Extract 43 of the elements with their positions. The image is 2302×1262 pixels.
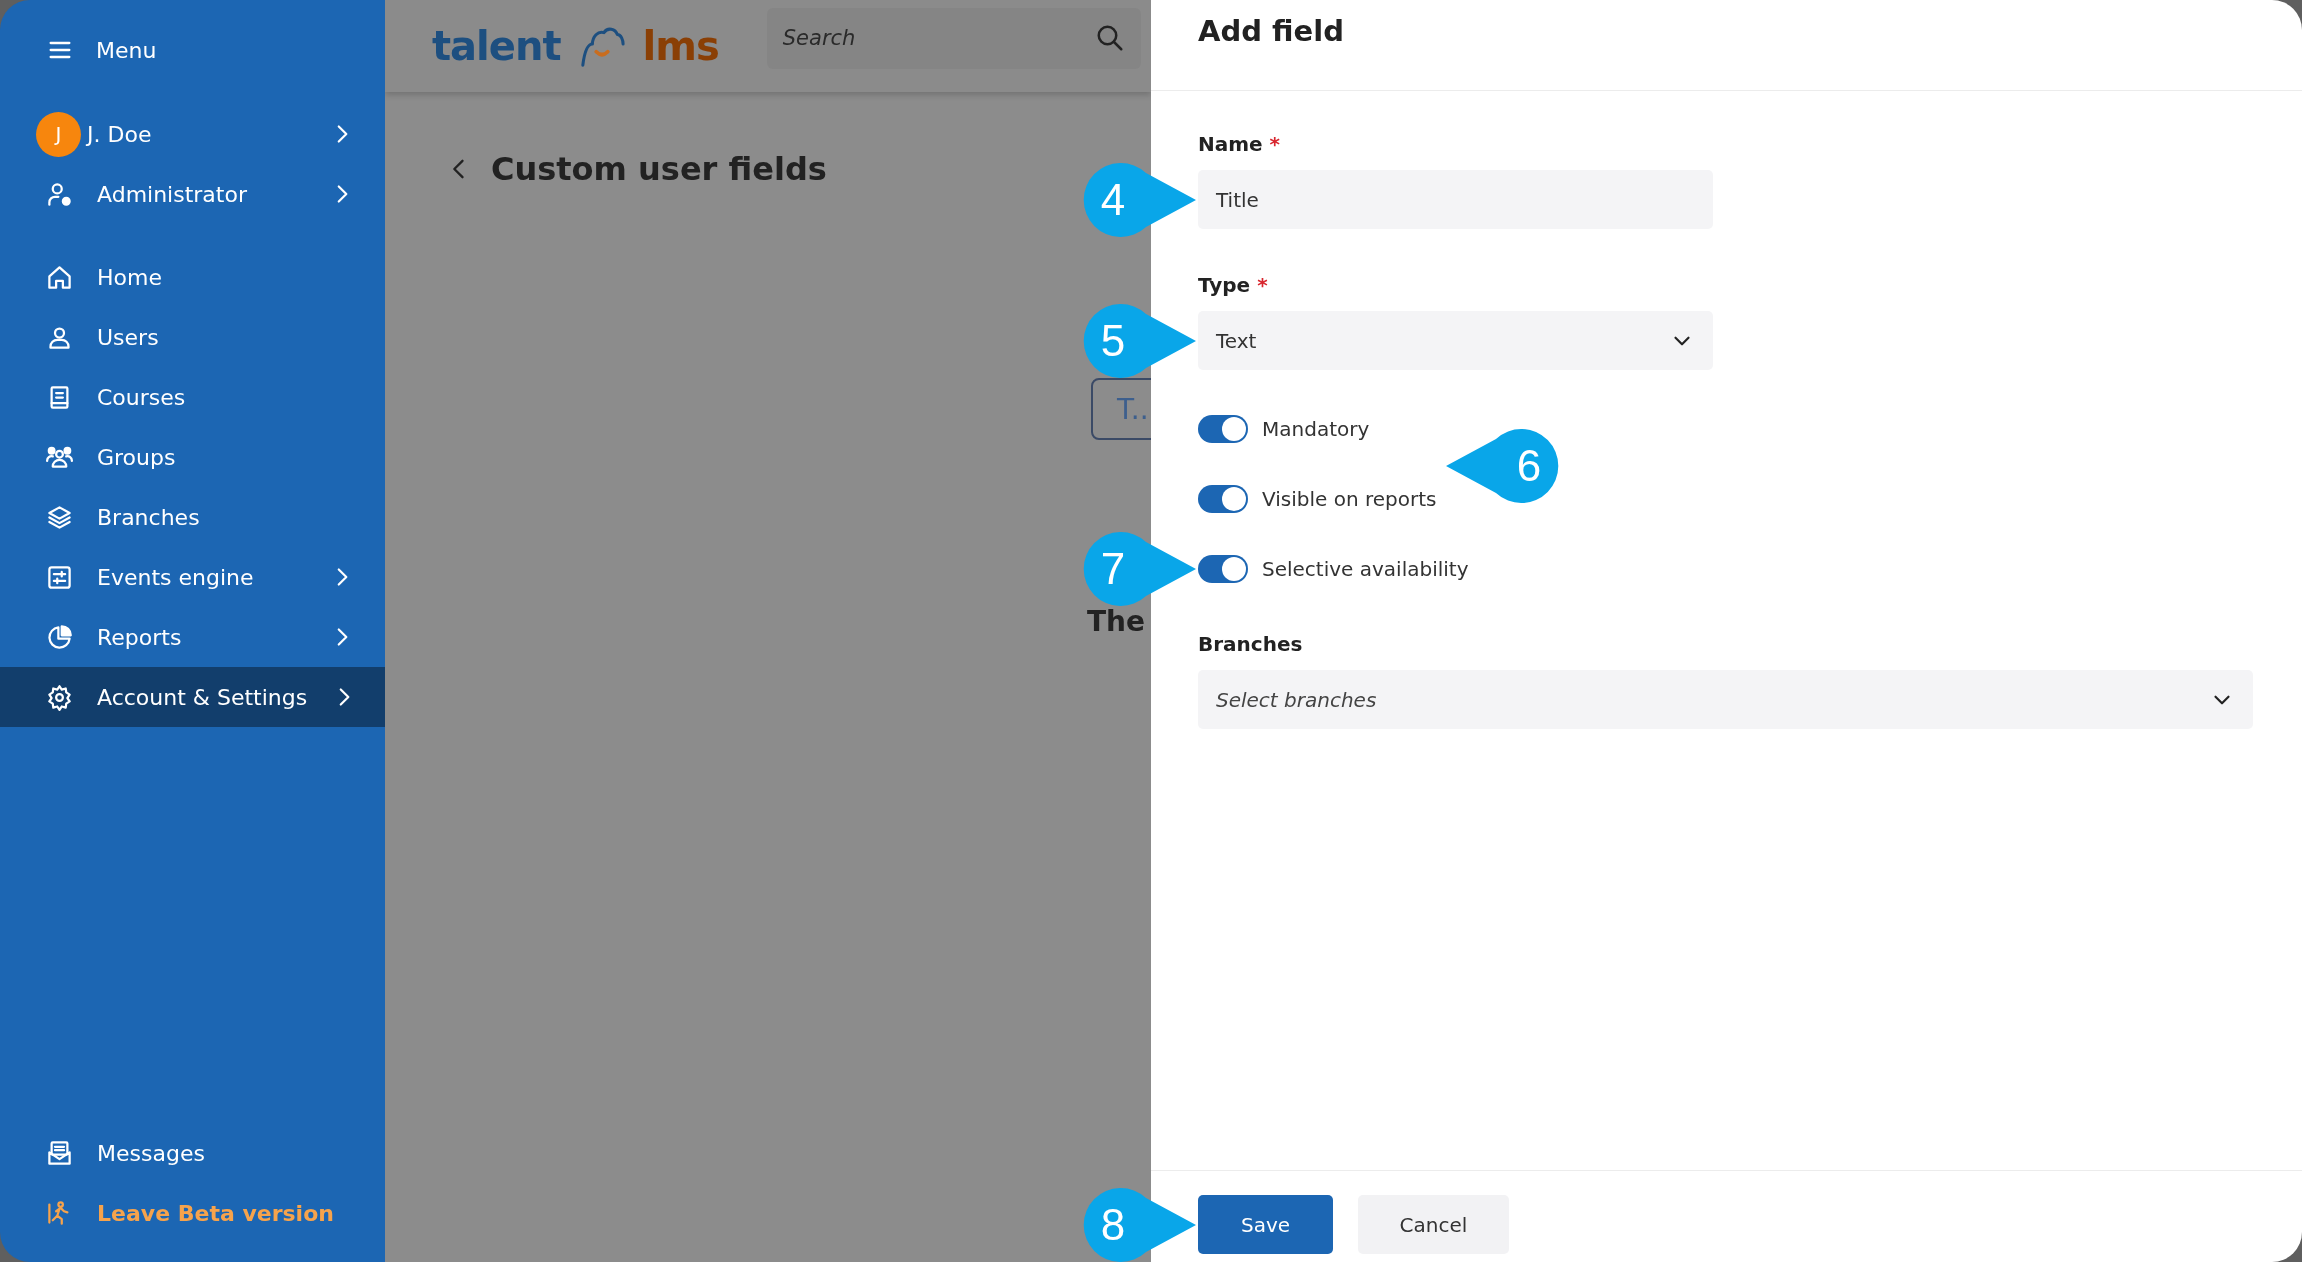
menu-button[interactable]: Menu [0,20,385,80]
toggle-switch[interactable] [1198,415,1248,443]
sidebar-item[interactable]: Users [0,307,385,367]
toggle-label: Selective availability [1262,557,1469,581]
search-icon[interactable] [1094,23,1125,53]
user-menu-item[interactable]: J J. Doe [0,104,385,164]
sidebar-item[interactable]: Events engine [0,547,385,607]
person-gear-icon [46,180,73,208]
pie-chart-icon [46,623,73,651]
cancel-button[interactable]: Cancel [1358,1195,1509,1254]
sidebar-item[interactable]: Messages [0,1123,385,1183]
user-name: J. Doe [87,121,153,147]
sidebar-item[interactable]: Courses [0,367,385,427]
toggle-label: Mandatory [1262,417,1370,441]
sidebar-item[interactable]: Home [0,247,385,307]
toggle-label: Visible on reports [1262,487,1437,511]
field-label: Branches [1198,632,1304,656]
branches-dropdown[interactable]: Select branches [1198,670,2253,729]
card-text: T.. [1117,392,1149,426]
sidebar-item[interactable]: Reports [0,607,385,667]
toggle-switch[interactable] [1198,485,1248,513]
name-input-field[interactable]: Title [1198,170,1713,229]
sliders-icon [46,563,73,591]
sidebar-item[interactable]: Branches [0,487,385,547]
logo-text: talent [432,23,561,69]
toggle-switch[interactable] [1198,555,1248,583]
sidebar-item[interactable]: Groups [0,427,385,487]
user-avatar: J [36,111,81,157]
logo-text: lms [642,23,719,69]
field-label: Type * [1198,273,1269,297]
page-title: Custom user fields [491,150,827,188]
section-heading: The [1087,605,1147,638]
search-field[interactable]: Search [766,7,1141,69]
mail-icon [46,1139,73,1167]
sidebar-item[interactable]: Account & Settings [0,667,385,727]
layers-icon [46,503,73,531]
type-dropdown[interactable]: Text [1198,311,1713,370]
save-button[interactable]: Save [1198,1195,1333,1254]
panel-title: Add field [1198,14,1345,48]
sidebar-item[interactable]: Administrator [0,164,385,224]
field-label: Name * [1198,132,1282,156]
home-icon [46,263,73,291]
settings-icon [46,683,73,711]
